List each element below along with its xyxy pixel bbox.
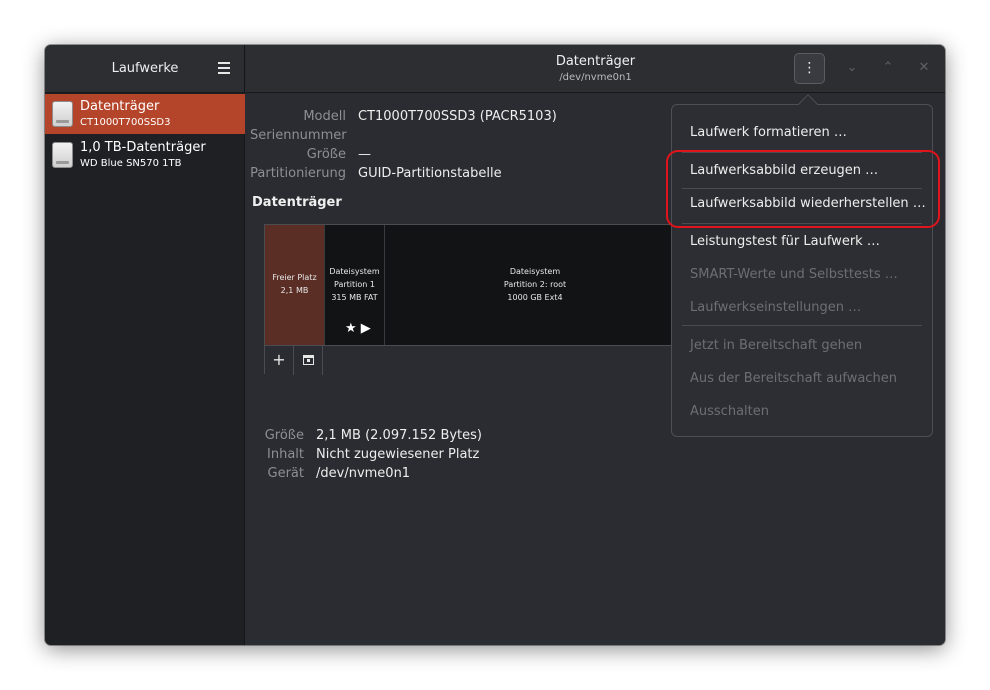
menu-item-benchmark[interactable]: Leistungstest für Laufwerk …	[690, 234, 880, 249]
partitioning-value: GUID-Partitionstabelle	[358, 166, 502, 181]
menu-item-drive-settings[interactable]: Laufwerkseinstellungen …	[690, 300, 861, 315]
drive-icon	[52, 101, 73, 127]
detail-content-value: Nicht zugewiesener Platz	[316, 447, 480, 462]
volume-p2-size: 1000 GB Ext4	[507, 293, 563, 302]
drive-name: Datenträger	[80, 99, 160, 114]
star-icon: ★	[345, 321, 357, 336]
detail-content-label: Inhalt	[267, 447, 304, 462]
volume-p1-size: 315 MB FAT	[331, 293, 378, 302]
model-value: CT1000T700SSD3 (PACR5103)	[358, 109, 557, 124]
menu-item-wakeup[interactable]: Aus der Bereitschaft aufwachen	[690, 371, 897, 386]
size-value: —	[358, 147, 371, 162]
volume-p1-name: Partition 1	[334, 280, 375, 289]
menu-item-power-off[interactable]: Ausschalten	[690, 404, 769, 419]
volume-p1-icons: ★ ▶	[345, 322, 371, 335]
volume-p2-name: Partition 2: root	[503, 280, 567, 289]
drive-item-1tb[interactable]: 1,0 TB-Datenträger WD Blue SN570 1TB	[45, 135, 245, 175]
sidebar: Laufwerke Datenträger CT1000T700SSD3 1,0…	[45, 45, 245, 645]
detail-device-label: Gerät	[267, 466, 304, 481]
drive-name: 1,0 TB-Datenträger	[80, 140, 206, 155]
sidebar-title: Laufwerke	[111, 61, 179, 76]
detail-device-value: /dev/nvme0n1	[316, 466, 411, 481]
drive-model: CT1000T700SSD3	[80, 117, 171, 128]
volume-free-label: Freier Platz	[272, 273, 317, 282]
volume-free-space[interactable]: Freier Platz 2,1 MB	[265, 225, 325, 345]
close-icon[interactable]: ✕	[915, 59, 933, 77]
partition-options-icon[interactable]	[294, 346, 323, 375]
window-subtitle: /dev/nvme0n1	[559, 72, 632, 83]
volume-free-size: 2,1 MB	[280, 286, 309, 295]
minimize-icon[interactable]: ⌄	[843, 59, 861, 77]
maximize-icon[interactable]: ⌃	[879, 59, 897, 77]
hamburger-menu-icon[interactable]	[218, 62, 230, 74]
menu-separator	[682, 325, 922, 326]
header-bar: Datenträger /dev/nvme0n1 ⋮ ⌄ ⌃ ✕	[246, 45, 945, 93]
add-partition-icon[interactable]: +	[265, 346, 294, 375]
drive-model: WD Blue SN570 1TB	[80, 158, 182, 169]
drive-menu-button[interactable]: ⋮	[794, 53, 825, 84]
volume-p2-type: Dateisystem	[509, 267, 561, 276]
volume-toolbar: +	[265, 345, 685, 375]
volume-p1-type: Dateisystem	[329, 267, 380, 276]
menu-item-format[interactable]: Laufwerk formatieren …	[690, 125, 847, 140]
play-icon: ▶	[360, 321, 371, 336]
volume-map: Freier Platz 2,1 MB Dateisystem Partitio…	[264, 224, 685, 375]
model-label: Modell	[303, 109, 346, 124]
menu-item-standby[interactable]: Jetzt in Bereitschaft gehen	[690, 338, 862, 353]
detail-size-value: 2,1 MB (2.097.152 Bytes)	[316, 428, 482, 443]
window-title: Datenträger	[555, 54, 636, 69]
partitioning-label: Partitionierung	[250, 166, 346, 181]
size-label: Größe	[306, 147, 346, 162]
sidebar-header: Laufwerke	[45, 45, 244, 93]
drive-item-datentraeger[interactable]: Datenträger CT1000T700SSD3	[45, 94, 245, 134]
highlight-annotation	[666, 150, 940, 228]
volume-partition-2[interactable]: Dateisystem Partition 2: root 1000 GB Ex…	[385, 225, 685, 345]
serial-label: Seriennummer	[250, 128, 347, 143]
volume-partition-1[interactable]: Dateisystem Partition 1 315 MB FAT ★ ▶	[325, 225, 385, 345]
volumes-section-title: Datenträger	[252, 195, 342, 210]
menu-item-smart[interactable]: SMART-Werte und Selbsttests …	[690, 267, 898, 282]
detail-size-label: Größe	[264, 428, 304, 443]
drive-icon	[52, 142, 73, 168]
